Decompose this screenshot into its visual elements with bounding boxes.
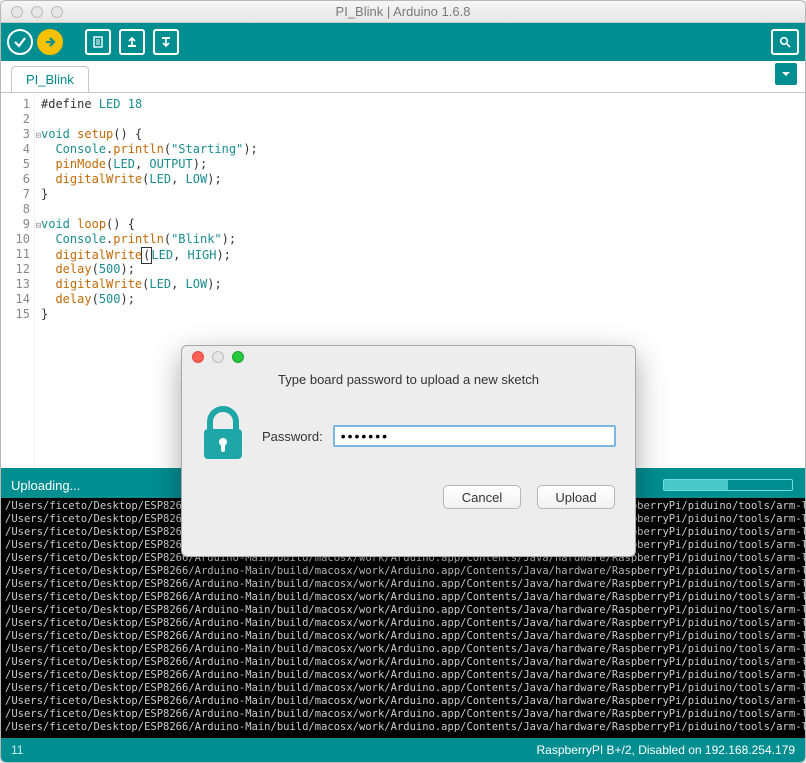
- password-input[interactable]: [333, 425, 616, 447]
- status-text: Uploading...: [11, 478, 80, 493]
- verify-button[interactable]: [7, 29, 33, 55]
- dialog-zoom-icon[interactable]: [232, 351, 244, 363]
- titlebar: PI_Blink | Arduino 1.6.8: [1, 1, 805, 23]
- sketch-tab[interactable]: PI_Blink: [11, 66, 89, 92]
- password-dialog: Type board password to upload a new sket…: [181, 345, 636, 557]
- dialog-close-icon[interactable]: [192, 351, 204, 363]
- board-info: RaspberryPI B+/2, Disabled on 192.168.25…: [536, 743, 795, 757]
- upload-confirm-button[interactable]: Upload: [537, 485, 615, 509]
- lock-icon: [198, 405, 248, 463]
- new-button[interactable]: [85, 29, 111, 55]
- upload-button[interactable]: [37, 29, 63, 55]
- line-gutter: 123⊟456789⊟101112131415: [1, 93, 35, 468]
- window-title: PI_Blink | Arduino 1.6.8: [1, 4, 805, 19]
- save-button[interactable]: [153, 29, 179, 55]
- upload-progress: [663, 479, 793, 491]
- footer-bar: 11 RaspberryPI B+/2, Disabled on 192.168…: [1, 738, 805, 762]
- password-label: Password:: [262, 429, 323, 444]
- tab-bar: PI_Blink: [1, 65, 805, 93]
- dialog-minimize-icon: [212, 351, 224, 363]
- toolbar: [1, 23, 805, 61]
- cancel-button[interactable]: Cancel: [443, 485, 521, 509]
- dialog-heading: Type board password to upload a new sket…: [182, 372, 635, 387]
- tab-menu-button[interactable]: [775, 63, 797, 85]
- serial-monitor-button[interactable]: [771, 29, 799, 55]
- cursor-line-indicator: 11: [11, 743, 23, 757]
- open-button[interactable]: [119, 29, 145, 55]
